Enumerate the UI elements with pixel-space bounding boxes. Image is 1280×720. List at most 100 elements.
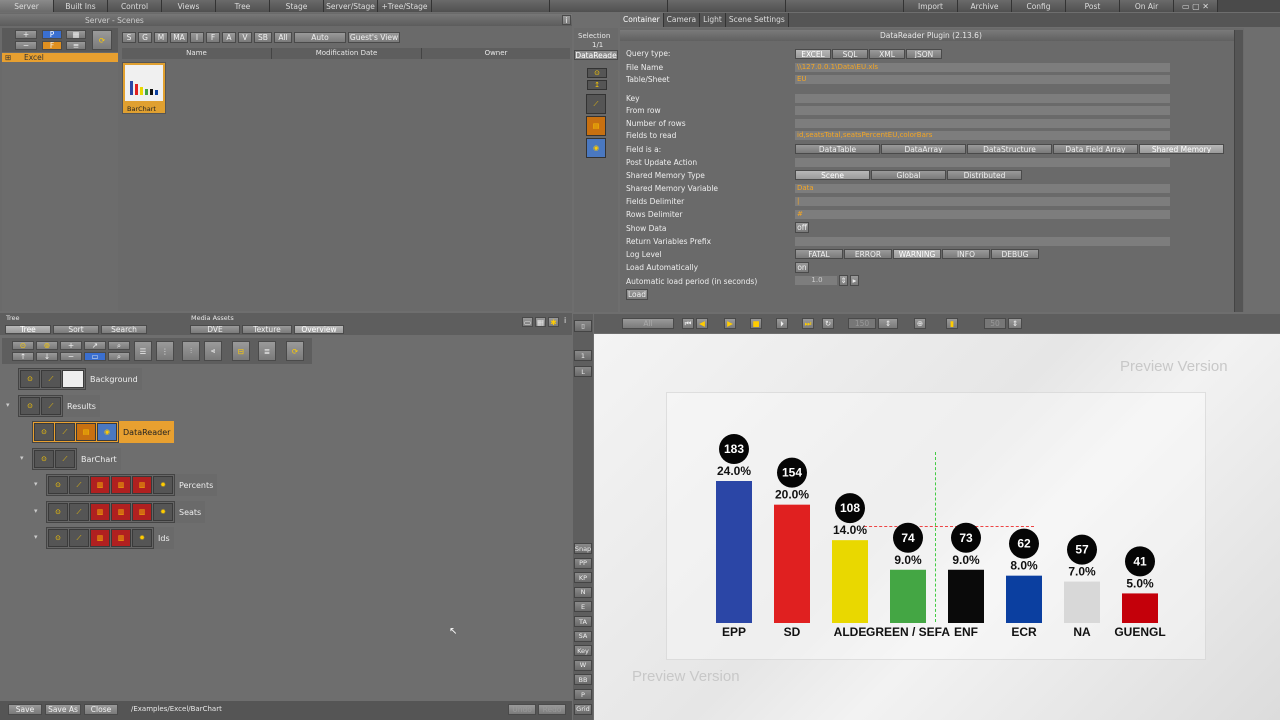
tree-refresh-icon[interactable]: ⟳ bbox=[286, 341, 304, 361]
tree-node-percents[interactable]: ⊙ ⟋ ▥ ▥ ▥ ✹ Percents bbox=[46, 474, 218, 496]
menu-blank-11[interactable] bbox=[786, 0, 904, 12]
plugin-icon[interactable]: ▥ bbox=[111, 503, 131, 521]
auto-period-stepper[interactable]: ⇕ bbox=[839, 275, 848, 286]
transform-icon[interactable]: ⟋ bbox=[41, 370, 61, 388]
menu-control-2[interactable]: Control bbox=[108, 0, 162, 12]
datareader-plugin-icon[interactable]: ◉ bbox=[586, 138, 606, 158]
menu-blank-9[interactable] bbox=[550, 0, 668, 12]
filter-guest-s-view[interactable]: Guest's View bbox=[348, 32, 400, 43]
undo-button[interactable]: Undo bbox=[508, 704, 536, 715]
server-info-button[interactable]: i bbox=[562, 15, 571, 25]
fields-to-read-field[interactable]: id,seatsTotal,seatsPercentEU,colorBars bbox=[795, 131, 1170, 140]
tree-split-icon[interactable]: ⫷ bbox=[204, 341, 222, 361]
container-icon[interactable]: ⊙ bbox=[48, 529, 68, 547]
expand-triangle-icon[interactable]: ▾ bbox=[34, 507, 38, 515]
camera-lock-icon[interactable]: ▯ bbox=[574, 320, 592, 332]
tree-down-button[interactable]: ↓ bbox=[36, 352, 58, 361]
tree-node-background[interactable]: ⊙ ⟋ Background bbox=[18, 368, 142, 390]
plus-button[interactable]: + bbox=[15, 30, 37, 39]
filter-s[interactable]: S bbox=[122, 32, 136, 43]
view-l-button[interactable]: L bbox=[574, 366, 592, 377]
field-type-data-field-array[interactable]: Data Field Array bbox=[1053, 144, 1138, 154]
gear-icon[interactable]: ✹ bbox=[132, 529, 152, 547]
field-type-datatable[interactable]: DataTable bbox=[795, 144, 880, 154]
tree-container-button[interactable]: ⊚ bbox=[36, 341, 58, 350]
loop-icon[interactable]: ↻ bbox=[822, 318, 834, 329]
query-type-sql[interactable]: SQL bbox=[832, 49, 868, 59]
redo-button[interactable]: Redo bbox=[538, 704, 566, 715]
folder-item-excel[interactable]: ⊞ Excel bbox=[2, 53, 118, 62]
side-button-ta[interactable]: TA bbox=[574, 616, 592, 627]
tab-container[interactable]: Container bbox=[620, 13, 664, 27]
post-update-field[interactable] bbox=[795, 158, 1170, 167]
auto-period-slider[interactable]: ▸ bbox=[850, 275, 859, 286]
field-type-shared-memory[interactable]: Shared Memory bbox=[1139, 144, 1224, 154]
tree-zoom-button[interactable]: ⌕ bbox=[108, 352, 130, 361]
container-icon[interactable]: ⊙ bbox=[587, 68, 607, 78]
column-owner[interactable]: Owner bbox=[422, 48, 570, 59]
menu-tree-stage-7[interactable]: +Tree/Stage bbox=[378, 0, 432, 12]
tree-tab-sort[interactable]: Sort bbox=[53, 325, 99, 334]
media-tab-overview[interactable]: Overview bbox=[294, 325, 344, 334]
field-type-datastructure[interactable]: DataStructure bbox=[967, 144, 1052, 154]
show-data-toggle[interactable]: off bbox=[795, 222, 809, 233]
side-button-bb[interactable]: BB bbox=[574, 674, 592, 686]
folder-p-button[interactable]: P bbox=[42, 30, 62, 39]
step-back-icon[interactable]: ◀ bbox=[696, 318, 708, 329]
tree-node-ids[interactable]: ⊙ ⟋ ▥ ▥ ✹ Ids bbox=[46, 527, 174, 549]
tree-node-results[interactable]: ⊙ ⟋ Results bbox=[18, 395, 100, 417]
shm-type-distributed[interactable]: Distributed bbox=[947, 170, 1022, 180]
transform-icon[interactable]: ⟋ bbox=[69, 529, 89, 547]
filter-all[interactable]: All bbox=[274, 32, 292, 43]
auto-load-period-field[interactable]: 1.0 bbox=[795, 276, 837, 285]
tree-grid-icon[interactable]: ▦ bbox=[535, 317, 546, 327]
tree-merge-icon[interactable]: ⫶ bbox=[182, 341, 200, 361]
plugin-scrollbar[interactable] bbox=[1234, 30, 1243, 312]
end-frame-stepper[interactable]: ⇕ bbox=[1008, 318, 1022, 329]
end-frame-field[interactable]: 50 bbox=[984, 318, 1006, 329]
side-button-p[interactable]: P bbox=[574, 689, 592, 700]
save-button[interactable]: Save bbox=[8, 704, 42, 715]
tree-tab-tree[interactable]: Tree bbox=[5, 325, 51, 334]
query-type-xml[interactable]: XML bbox=[869, 49, 905, 59]
close-button[interactable]: Close bbox=[84, 704, 118, 715]
tree-info-icon[interactable]: i bbox=[564, 316, 566, 325]
selection-item[interactable]: DataReade bbox=[574, 50, 618, 60]
tree-list-icon[interactable]: ☰ bbox=[134, 341, 152, 361]
tab-camera[interactable]: Camera bbox=[664, 13, 701, 27]
menu-server-0[interactable]: Server bbox=[0, 0, 54, 12]
marker-icon[interactable]: ▮ bbox=[946, 318, 958, 329]
tree-move-button[interactable]: ↗ bbox=[84, 341, 106, 350]
filter-a[interactable]: A bbox=[222, 32, 236, 43]
container-icon[interactable]: ⊙ bbox=[48, 476, 68, 494]
file-name-field[interactable]: \\127.0.0.1\Data\EU.xls bbox=[795, 63, 1170, 72]
side-button-e[interactable]: E bbox=[574, 601, 592, 613]
log-level-info[interactable]: INFO bbox=[942, 249, 990, 259]
fields-delimiter-field[interactable]: | bbox=[795, 197, 1170, 206]
query-type-json[interactable]: JSON bbox=[906, 49, 942, 59]
tree-view-icon[interactable]: ▭ bbox=[522, 317, 533, 327]
tree-settings-icon[interactable]: ✱ bbox=[548, 317, 559, 327]
side-button-w[interactable]: W bbox=[574, 659, 592, 671]
container-icon[interactable]: ⊙ bbox=[20, 370, 40, 388]
tree-tab-search[interactable]: Search bbox=[101, 325, 147, 334]
plugin-icon[interactable]: ▥ bbox=[111, 529, 131, 547]
expand-triangle-icon[interactable]: ▾ bbox=[6, 401, 10, 409]
media-tab-dve[interactable]: DVE bbox=[190, 325, 240, 334]
rows-delimiter-field[interactable]: # bbox=[795, 210, 1170, 219]
filter-v[interactable]: V bbox=[238, 32, 252, 43]
view-1-button[interactable]: 1 bbox=[574, 350, 592, 361]
tree-node-barchart[interactable]: ⊙ ⟋ BarChart bbox=[32, 448, 121, 470]
frame-field[interactable]: 150 bbox=[848, 318, 876, 329]
plugin-icon[interactable]: ▥ bbox=[132, 476, 152, 494]
gear-icon[interactable]: ✹ bbox=[153, 476, 173, 494]
container-icon[interactable]: ⊙ bbox=[34, 423, 54, 441]
filter-m[interactable]: M bbox=[154, 32, 168, 43]
column-name[interactable]: Name bbox=[122, 48, 272, 59]
transform-icon[interactable]: ⟋ bbox=[55, 450, 75, 468]
keyframe-icon[interactable]: ⊕ bbox=[914, 318, 926, 329]
tree-up-button[interactable]: ↑ bbox=[12, 352, 34, 361]
menu-config-14[interactable]: Config bbox=[1012, 0, 1066, 12]
log-level-error[interactable]: ERROR bbox=[844, 249, 892, 259]
log-level-debug[interactable]: DEBUG bbox=[991, 249, 1039, 259]
